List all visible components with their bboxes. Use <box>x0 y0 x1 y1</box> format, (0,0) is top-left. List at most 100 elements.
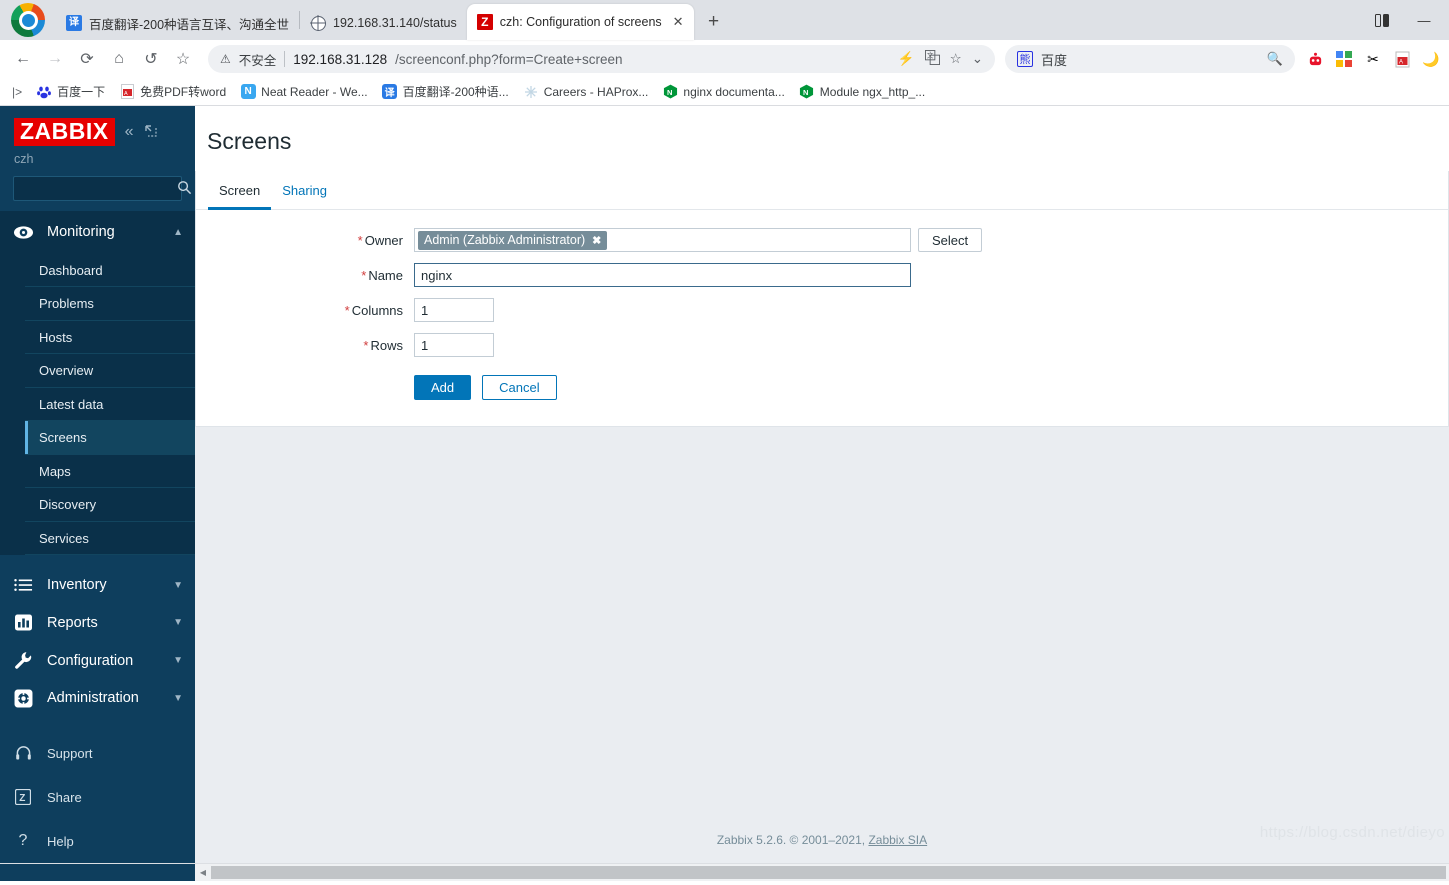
bookmark-label: Module ngx_http_... <box>819 84 926 99</box>
sidebar-search[interactable] <box>13 176 192 201</box>
sidebar-item-overview[interactable]: Overview <box>25 354 195 388</box>
scissors-icon[interactable]: ✂ <box>1363 49 1383 69</box>
owner-label: * Owner <box>357 232 403 248</box>
sidebar-item-screens[interactable]: Screens <box>25 421 195 455</box>
home-button[interactable]: ⌂ <box>104 44 134 74</box>
flash-icon[interactable]: ⚡ <box>898 51 915 67</box>
search-icon[interactable] <box>177 180 192 198</box>
sidebar-item-administration[interactable]: Administration ▼ <box>0 679 195 717</box>
reload-button[interactable]: ⟳ <box>72 44 102 74</box>
owner-multiselect[interactable]: Admin (Zabbix Administrator) ✖ <box>414 228 911 252</box>
search-input[interactable]: 熊 百度 🔍 <box>1005 45 1295 73</box>
bookmarks-overflow-icon[interactable]: |> <box>6 85 28 99</box>
scrollbar-sidebar-spacer <box>0 863 195 881</box>
forward-button[interactable]: → <box>40 44 70 74</box>
footer-version: Zabbix 5.2.6. © 2001–2021, <box>716 833 869 847</box>
zabbix-sia-link[interactable]: Zabbix SIA <box>868 833 927 847</box>
sidebar-item-monitoring[interactable]: Monitoring ▲ <box>0 210 195 254</box>
bookmark-label: nginx documenta... <box>683 84 785 99</box>
columns-input[interactable] <box>414 298 494 322</box>
sidebar-item-configuration[interactable]: Configuration ▼ <box>0 642 195 680</box>
favorite-button[interactable]: ☆ <box>168 44 198 74</box>
bookmark-6[interactable]: N Module ngx_http_... <box>793 81 931 103</box>
scrollbar-thumb[interactable] <box>211 865 1446 879</box>
sidebar-item-support[interactable]: Support <box>0 731 195 775</box>
tab-sharing[interactable]: Sharing <box>271 171 338 210</box>
pdf-icon: A <box>119 84 135 100</box>
bot-icon[interactable] <box>1305 49 1325 69</box>
scroll-left-arrow-icon[interactable]: ◀ <box>195 868 211 877</box>
expand-icon[interactable] <box>144 124 158 141</box>
rows-input[interactable] <box>414 333 494 357</box>
owner-select-button[interactable]: Select <box>918 228 983 252</box>
sidebar-item-help[interactable]: ? Help <box>0 819 195 863</box>
add-button[interactable]: Add <box>414 375 472 400</box>
svg-text:Z: Z <box>19 793 25 804</box>
sidebar-item-inventory[interactable]: Inventory ▼ <box>0 566 195 604</box>
chevron-down-icon[interactable]: ▼ <box>173 693 183 704</box>
cancel-button[interactable]: Cancel <box>482 375 557 400</box>
search-icon[interactable]: 🔍 <box>1267 51 1283 67</box>
bookmark-2[interactable]: N Neat Reader - We... <box>234 81 374 103</box>
bookmark-label: 免费PDF转word <box>140 85 227 99</box>
bookmark-1[interactable]: A 免费PDF转word <box>113 80 232 103</box>
owner-chip-label: Admin (Zabbix Administrator) <box>424 233 586 247</box>
sidebar-item-share[interactable]: Z Share <box>0 775 195 819</box>
browser-tab-2-active[interactable]: Z czh: Configuration of screens ✕ <box>466 4 694 40</box>
chevron-down-icon[interactable]: ▼ <box>173 617 183 628</box>
bookmark-5[interactable]: N nginx documenta... <box>656 81 790 103</box>
sidebar: ZABBIX « czh Monitoring ▲ Dashboard Prob… <box>0 106 195 863</box>
new-tab-button[interactable]: + <box>700 8 728 36</box>
bookmark-0[interactable]: 百度一下 <box>30 80 111 103</box>
name-input[interactable] <box>414 263 911 287</box>
sidebar-item-services[interactable]: Services <box>25 522 195 556</box>
moon-icon[interactable]: 🌙 <box>1421 49 1441 69</box>
sidebar-item-latest-data[interactable]: Latest data <box>25 388 195 422</box>
pdf-icon[interactable]: A <box>1392 49 1412 69</box>
minimize-button[interactable]: — <box>1403 3 1445 37</box>
zabbix-logo[interactable]: ZABBIX <box>14 118 115 147</box>
bookmark-3[interactable]: 译 百度翻译-200种语... <box>376 80 515 103</box>
sidebar-item-dashboard[interactable]: Dashboard <box>25 254 195 288</box>
form-row-rows: * Rows <box>196 333 1448 357</box>
chevron-down-icon[interactable]: ▼ <box>173 580 183 591</box>
tab-strip: 译 百度翻译-200种语言互译、沟通全世 192.168.31.140/stat… <box>56 0 1361 40</box>
svg-text:N: N <box>667 88 672 97</box>
required-marker: * <box>357 232 363 248</box>
chevron-down-icon[interactable]: ⌄ <box>972 51 983 67</box>
close-icon[interactable]: ✖ <box>592 234 601 247</box>
star-icon[interactable]: ☆ <box>950 51 962 67</box>
browser-tab-1[interactable]: 192.168.31.140/status <box>300 6 467 40</box>
bookmark-4[interactable]: Careers - HAProx... <box>517 81 655 103</box>
close-icon[interactable]: ✕ <box>673 14 684 30</box>
sidebar-section-monitoring: Monitoring ▲ Dashboard Problems Hosts Ov… <box>0 210 195 556</box>
chevron-down-icon[interactable]: ▼ <box>173 655 183 666</box>
sidebar-item-problems[interactable]: Problems <box>25 287 195 321</box>
chevron-double-left-icon[interactable]: « <box>125 123 134 141</box>
svg-text:N: N <box>803 88 808 97</box>
sidebar-username: czh <box>14 152 34 167</box>
horizontal-scrollbar[interactable]: ◀ <box>0 863 1449 881</box>
main-content: Screens Screen Sharing * Owner Admin (Zab… <box>195 106 1449 863</box>
url-host: 192.168.31.128 <box>293 51 388 67</box>
sidebar-item-hosts[interactable]: Hosts <box>25 321 195 355</box>
translate-icon: 译 <box>382 84 398 100</box>
back-button[interactable]: ← <box>8 44 38 74</box>
sidebar-item-maps[interactable]: Maps <box>25 455 195 489</box>
chevron-up-icon[interactable]: ▲ <box>173 227 183 238</box>
sidebar-item-reports[interactable]: Reports ▼ <box>0 604 195 642</box>
browser-tab-label: 192.168.31.140/status <box>333 16 457 30</box>
neat-reader-icon: N <box>240 84 256 100</box>
history-button[interactable]: ↺ <box>136 44 166 74</box>
address-bar[interactable]: ⚠ 不安全 192.168.31.128/screenconf.php?form… <box>208 45 995 73</box>
sidebar-search-input[interactable] <box>22 181 177 196</box>
split-screen-icon[interactable] <box>1361 3 1403 37</box>
tab-screen[interactable]: Screen <box>208 171 272 210</box>
browser-tab-0[interactable]: 译 百度翻译-200种语言互译、沟通全世 <box>56 6 299 40</box>
page-title: Screens <box>207 128 292 154</box>
scrollbar-track[interactable]: ◀ <box>195 863 1449 881</box>
sidebar-item-discovery[interactable]: Discovery <box>25 488 195 522</box>
zabbix-z-icon: Z <box>12 789 34 806</box>
translate-icon[interactable]: 文 <box>924 50 940 68</box>
grid-icon[interactable] <box>1334 49 1354 69</box>
